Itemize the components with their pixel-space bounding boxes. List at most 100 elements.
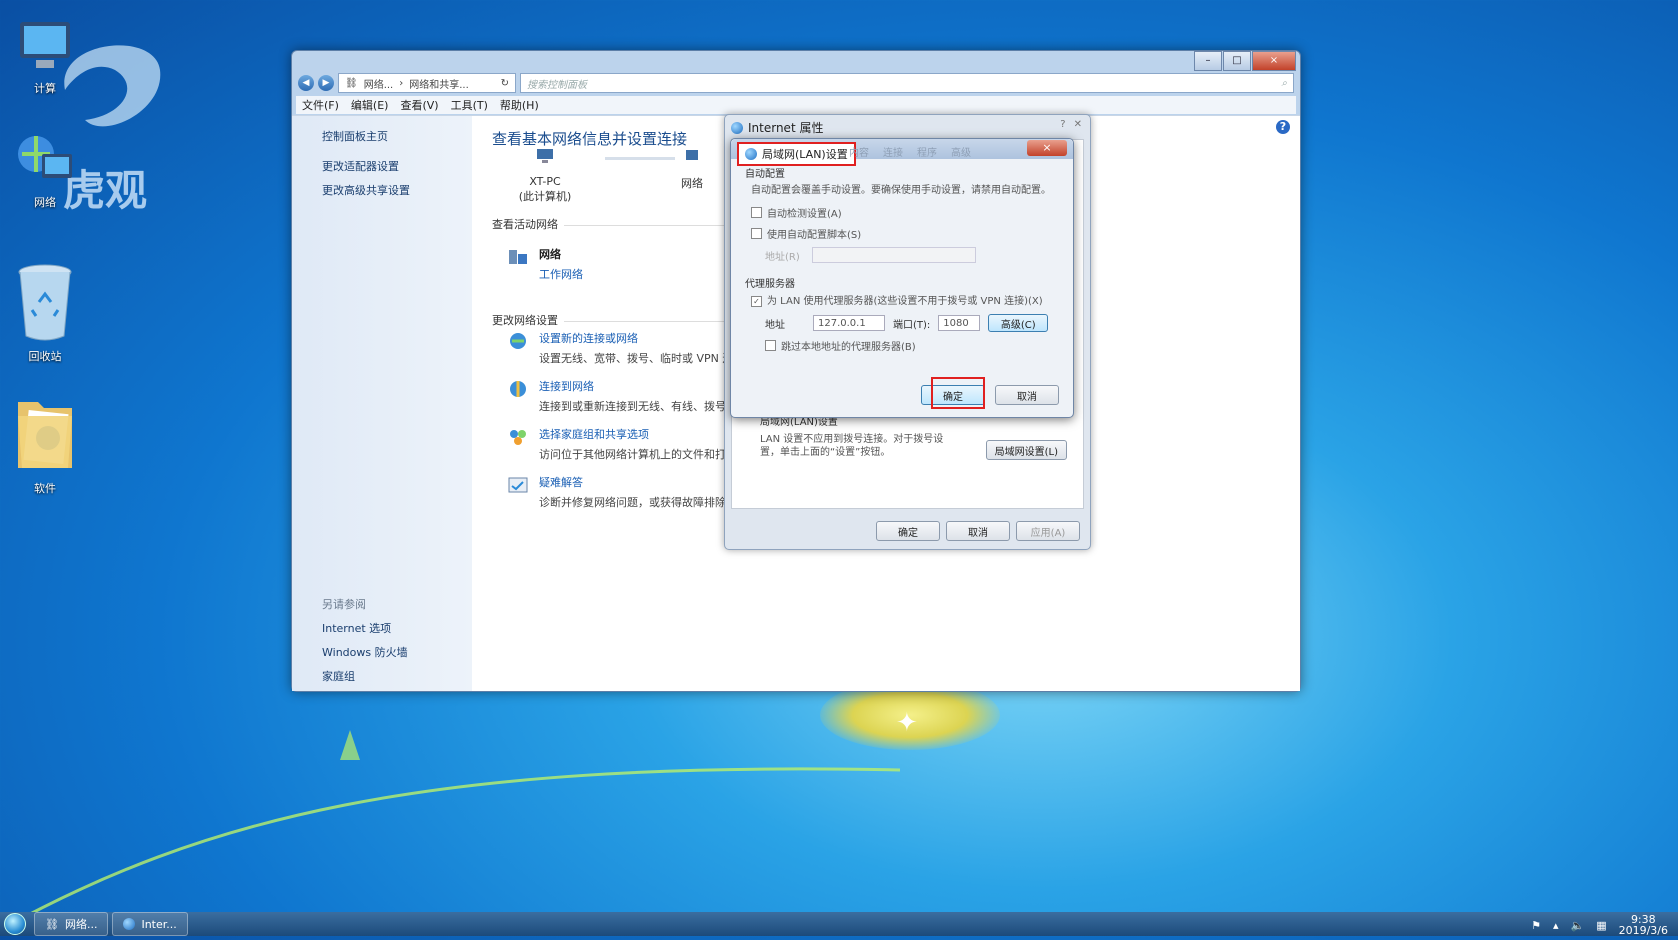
- taskbar-item-internet-options[interactable]: Inter...: [112, 912, 188, 936]
- see-also-internet-options[interactable]: Internet 选项: [322, 620, 408, 636]
- checkbox-label: 使用自动配置脚本(S): [767, 230, 862, 241]
- see-also-homegroup[interactable]: 家庭组: [322, 668, 408, 684]
- proxy-address-label: 地址: [765, 319, 785, 331]
- ok-button[interactable]: 确定: [876, 521, 940, 541]
- apply-button[interactable]: 应用(A): [1016, 521, 1080, 541]
- forward-arrow-icon[interactable]: ▶: [318, 75, 334, 91]
- see-also-header: 另请参阅: [322, 598, 366, 611]
- clock-date: 2019/3/6: [1618, 924, 1668, 937]
- auto-script-checkbox[interactable]: 使用自动配置脚本(S): [751, 226, 1059, 241]
- close-icon[interactable]: ✕: [1074, 119, 1082, 130]
- lan-section-hint: LAN 设置不应用到拨号连接。对于拨号设置，单击上面的“设置”按钮。: [760, 434, 944, 458]
- taskbar: ⛓ 网络... Inter... ⚑ ▴ 🔈 ▦ 9:38 2019/3/6: [0, 912, 1678, 936]
- network-tray-icon[interactable]: ▦: [1596, 919, 1606, 932]
- node-this-computer[interactable]: XT-PC (此计算机): [510, 148, 580, 204]
- help-question-icon[interactable]: ?: [1060, 119, 1065, 130]
- tab-advanced: 高级: [951, 148, 971, 159]
- windows-start-orb-icon: [4, 913, 26, 935]
- proxy-port-label: 端口(T):: [893, 319, 931, 331]
- close-button[interactable]: ×: [1252, 51, 1296, 71]
- auto-detect-checkbox[interactable]: 自动检测设置(A): [751, 205, 1059, 220]
- see-also-section: 另请参阅 Internet 选项 Windows 防火墙 家庭组: [322, 596, 408, 692]
- task-title[interactable]: 设置新的连接或网络: [539, 330, 733, 346]
- recycle-bin-icon: [18, 264, 72, 341]
- lan-dialog-close-button[interactable]: ×: [1027, 140, 1067, 156]
- desktop-icon-label: 网络: [34, 196, 56, 209]
- change-network-settings-header: 更改网络设置: [492, 312, 724, 328]
- breadcrumb-network[interactable]: 网络...: [364, 76, 394, 91]
- bypass-local-checkbox[interactable]: 跳过本地地址的代理服务器(B): [765, 338, 1059, 353]
- node-name: XT-PC: [529, 175, 561, 188]
- taskbar-item-label: Inter...: [141, 917, 177, 931]
- task-desc: 设置无线、宽带、拨号、临时或 VPN 连: [539, 352, 734, 365]
- node-network[interactable]: 网络: [677, 148, 707, 191]
- see-also-windows-firewall[interactable]: Windows 防火墙: [322, 644, 408, 660]
- clock[interactable]: 9:38 2019/3/6: [1619, 914, 1668, 936]
- app-tray-icon[interactable]: ⚑: [1531, 919, 1541, 932]
- cancel-button[interactable]: 取消: [946, 521, 1010, 541]
- search-icon[interactable]: ⌕: [1281, 78, 1287, 89]
- lan-dialog-titlebar: 局域网(LAN)设置 内容 连接 程序 高级 ×: [731, 139, 1073, 166]
- internet-explorer-icon: [731, 121, 743, 134]
- menu-help[interactable]: 帮助(H): [500, 97, 539, 113]
- task-title[interactable]: 疑难解答: [539, 474, 737, 490]
- desktop-icon-network[interactable]: 网络: [0, 130, 90, 210]
- menu-edit[interactable]: 编辑(E): [351, 97, 389, 113]
- menu-tools[interactable]: 工具(T): [451, 97, 488, 113]
- tab-programs: 程序: [917, 148, 937, 159]
- network-crumb-icon: ⛓: [345, 77, 358, 89]
- task-desc: 访问位于其他网络计算机上的文件和打印: [539, 448, 737, 461]
- work-network-icon: [509, 250, 527, 264]
- advanced-button[interactable]: 高级(C): [988, 314, 1049, 332]
- sidebar-link-adapter-settings[interactable]: 更改适配器设置: [322, 158, 472, 174]
- checkbox-box[interactable]: [765, 340, 776, 351]
- address-row: ◀ ▶ ⛓ 网络... › 网络和共享... ↻ 搜索控制面板 ⌕: [298, 73, 1294, 93]
- lan-settings-button[interactable]: 局域网设置(L): [985, 440, 1067, 460]
- taskbar-item-network[interactable]: ⛓ 网络...: [34, 912, 109, 936]
- volume-icon[interactable]: 🔈: [1570, 919, 1584, 932]
- refresh-icon[interactable]: ↻: [501, 78, 509, 89]
- task-title[interactable]: 连接到网络: [539, 378, 737, 394]
- desktop-icon-label: 计算: [34, 82, 56, 95]
- taskbar-item-label: 网络...: [64, 918, 98, 931]
- start-button[interactable]: [0, 912, 30, 936]
- homegroup-icon: [510, 430, 526, 445]
- minimize-button[interactable]: –: [1194, 51, 1222, 71]
- proxy-port-input[interactable]: 1080: [938, 315, 981, 331]
- task-homegroup-sharing[interactable]: 选择家庭组和共享选项 访问位于其他网络计算机上的文件和打印: [507, 426, 737, 462]
- task-connect-network[interactable]: 连接到网络 连接到或重新连接到无线、有线、拨号网: [507, 378, 737, 414]
- menu-view[interactable]: 查看(V): [400, 97, 438, 113]
- desktop-icon-computer[interactable]: 计算: [0, 18, 90, 96]
- proxy-address-input[interactable]: 127.0.0.1: [813, 315, 885, 331]
- maximize-button[interactable]: □: [1223, 51, 1251, 71]
- address-bar[interactable]: ⛓ 网络... › 网络和共享... ↻: [338, 73, 516, 93]
- search-input[interactable]: 搜索控制面板 ⌕: [520, 73, 1294, 93]
- use-proxy-checkbox[interactable]: ✓ 为 LAN 使用代理服务器(这些设置不用于拨号或 VPN 连接)(X): [751, 296, 1059, 308]
- show-hidden-icons-chevron-icon[interactable]: ▴: [1553, 919, 1559, 932]
- checkbox-box-checked[interactable]: ✓: [751, 296, 762, 307]
- sidebar-link-control-panel-home[interactable]: 控制面板主页: [322, 128, 472, 144]
- network-icon: [686, 150, 698, 160]
- sidebar-link-advanced-sharing[interactable]: 更改高级共享设置: [322, 182, 472, 198]
- checkbox-box[interactable]: [751, 207, 762, 218]
- lan-cancel-button[interactable]: 取消: [995, 385, 1059, 405]
- help-icon[interactable]: ?: [1276, 120, 1290, 134]
- auto-config-header: 自动配置: [745, 169, 785, 180]
- desktop-icon-software[interactable]: 软件: [0, 392, 90, 496]
- menu-bar: 文件(F) 编辑(E) 查看(V) 工具(T) 帮助(H): [296, 96, 1296, 114]
- script-address-input[interactable]: [811, 247, 976, 263]
- breadcrumb-sharing-center[interactable]: 网络和共享...: [409, 76, 469, 91]
- menu-file[interactable]: 文件(F): [302, 97, 339, 113]
- back-arrow-icon[interactable]: ◀: [298, 75, 314, 91]
- checkbox-box[interactable]: [751, 228, 762, 239]
- desktop-icon-recycle-bin[interactable]: 回收站: [0, 262, 90, 364]
- network-globe-icon: [18, 136, 72, 178]
- checkbox-label: 为 LAN 使用代理服务器(这些设置不用于拨号或 VPN 连接)(X): [767, 296, 1043, 307]
- task-troubleshoot[interactable]: 疑难解答 诊断并修复网络问题，或获得故障排除信: [507, 474, 737, 510]
- task-setup-connection[interactable]: 设置新的连接或网络 设置无线、宽带、拨号、临时或 VPN 连: [507, 330, 733, 366]
- internet-explorer-icon: [123, 918, 136, 930]
- active-network: 网络 工作网络: [507, 246, 583, 282]
- task-title[interactable]: 选择家庭组和共享选项: [539, 426, 737, 442]
- network-type-link[interactable]: 工作网络: [539, 266, 583, 282]
- node-subtitle: (此计算机): [518, 190, 572, 203]
